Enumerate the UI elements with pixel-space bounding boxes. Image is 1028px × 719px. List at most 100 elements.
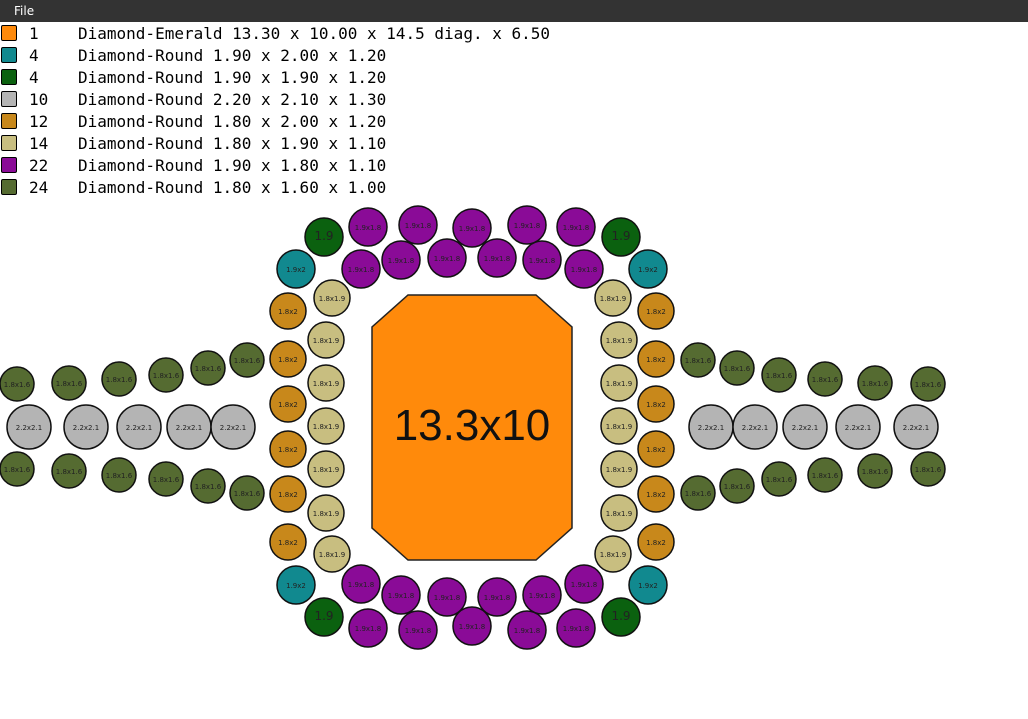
gold-accent-stone[interactable]: 1.8x2 [269, 292, 307, 330]
olive-accent-stone[interactable]: 1.8x1.6 [807, 361, 843, 397]
khaki-accent-stone[interactable]: 1.8x1.9 [307, 407, 345, 445]
gold-accent-stone[interactable]: 1.8x2 [637, 292, 675, 330]
gray-accent-stone[interactable]: 2.2x2.1 [210, 404, 256, 450]
gold-accent-stone[interactable]: 1.8x2 [269, 430, 307, 468]
stone-size-label: 2.2x2.1 [845, 424, 871, 432]
olive-accent-stone[interactable]: 1.8x1.6 [910, 366, 946, 402]
khaki-accent-stone[interactable]: 1.8x1.9 [600, 407, 638, 445]
khaki-accent-stone[interactable]: 1.8x1.9 [307, 494, 345, 532]
teal-accent-stone[interactable]: 1.9x2 [276, 565, 316, 605]
stone-size-label: 2.2x2.1 [16, 424, 42, 432]
purple-accent-stone[interactable]: 1.9x1.8 [507, 610, 547, 650]
stone-size-label: 1.9 [611, 229, 630, 243]
purple-accent-stone[interactable]: 1.9x1.8 [477, 238, 517, 278]
olive-accent-stone[interactable]: 1.8x1.6 [51, 453, 87, 489]
purple-accent-stone[interactable]: 1.9x1.8 [398, 205, 438, 245]
purple-accent-stone[interactable]: 1.9x1.8 [381, 240, 421, 280]
olive-accent-stone[interactable]: 1.8x1.6 [101, 457, 137, 493]
purple-accent-stone[interactable]: 1.9x1.8 [348, 207, 388, 247]
gold-accent-stone[interactable]: 1.8x2 [269, 523, 307, 561]
gray-accent-stone[interactable]: 2.2x2.1 [116, 404, 162, 450]
teal-accent-stone[interactable]: 1.9x2 [628, 249, 668, 289]
green-accent-stone[interactable]: 1.9 [601, 597, 641, 637]
olive-accent-stone[interactable]: 1.8x1.6 [0, 366, 35, 402]
olive-accent-stone[interactable]: 1.8x1.6 [148, 357, 184, 393]
gold-accent-stone[interactable]: 1.8x2 [637, 430, 675, 468]
stone-size-label: 1.9x2 [638, 266, 658, 274]
purple-accent-stone[interactable]: 1.9x1.8 [507, 205, 547, 245]
purple-accent-stone[interactable]: 1.9x1.8 [427, 238, 467, 278]
purple-accent-stone[interactable]: 1.9x1.8 [452, 208, 492, 248]
gold-accent-stone[interactable]: 1.8x2 [269, 340, 307, 378]
green-accent-stone[interactable]: 1.9 [304, 597, 344, 637]
gold-accent-stone[interactable]: 1.8x2 [269, 385, 307, 423]
olive-accent-stone[interactable]: 1.8x1.6 [101, 361, 137, 397]
khaki-accent-stone[interactable]: 1.8x1.9 [600, 494, 638, 532]
stone-size-label: 1.9x2 [638, 582, 658, 590]
olive-accent-stone[interactable]: 1.8x1.6 [761, 461, 797, 497]
olive-accent-stone[interactable]: 1.8x1.6 [190, 468, 226, 504]
stone-size-label: 2.2x2.1 [220, 424, 246, 432]
olive-accent-stone[interactable]: 1.8x1.6 [719, 350, 755, 386]
olive-accent-stone[interactable]: 1.8x1.6 [51, 365, 87, 401]
gold-accent-stone[interactable]: 1.8x2 [637, 340, 675, 378]
purple-accent-stone[interactable]: 1.9x1.8 [341, 249, 381, 289]
purple-accent-stone[interactable]: 1.9x1.8 [381, 575, 421, 615]
green-accent-stone[interactable]: 1.9 [601, 217, 641, 257]
stone-size-label: 1.8x1.6 [915, 381, 942, 389]
olive-accent-stone[interactable]: 1.8x1.6 [807, 457, 843, 493]
gray-accent-stone[interactable]: 2.2x2.1 [688, 404, 734, 450]
khaki-accent-stone[interactable]: 1.8x1.9 [594, 279, 632, 317]
olive-accent-stone[interactable]: 1.8x1.6 [680, 342, 716, 378]
khaki-accent-stone[interactable]: 1.8x1.9 [600, 321, 638, 359]
gold-accent-stone[interactable]: 1.8x2 [637, 523, 675, 561]
purple-accent-stone[interactable]: 1.9x1.8 [564, 564, 604, 604]
stone-size-label: 1.9x1.8 [563, 224, 589, 232]
gray-accent-stone[interactable]: 2.2x2.1 [166, 404, 212, 450]
khaki-accent-stone[interactable]: 1.8x1.9 [307, 450, 345, 488]
gray-accent-stone[interactable]: 2.2x2.1 [782, 404, 828, 450]
khaki-accent-stone[interactable]: 1.8x1.9 [307, 364, 345, 402]
purple-accent-stone[interactable]: 1.9x1.8 [522, 575, 562, 615]
gold-accent-stone[interactable]: 1.8x2 [637, 475, 675, 513]
khaki-accent-stone[interactable]: 1.8x1.9 [594, 535, 632, 573]
olive-accent-stone[interactable]: 1.8x1.6 [680, 475, 716, 511]
khaki-accent-stone[interactable]: 1.8x1.9 [313, 535, 351, 573]
khaki-accent-stone[interactable]: 1.8x1.9 [307, 321, 345, 359]
gold-accent-stone[interactable]: 1.8x2 [269, 475, 307, 513]
purple-accent-stone[interactable]: 1.9x1.8 [341, 564, 381, 604]
olive-accent-stone[interactable]: 1.8x1.6 [190, 350, 226, 386]
purple-accent-stone[interactable]: 1.9x1.8 [348, 608, 388, 648]
teal-accent-stone[interactable]: 1.9x2 [628, 565, 668, 605]
gray-accent-stone[interactable]: 2.2x2.1 [63, 404, 109, 450]
stone-size-label: 1.8x1.9 [606, 380, 632, 388]
gray-accent-stone[interactable]: 2.2x2.1 [835, 404, 881, 450]
purple-accent-stone[interactable]: 1.9x1.8 [452, 606, 492, 646]
purple-accent-stone[interactable]: 1.9x1.8 [556, 207, 596, 247]
stone-size-label: 1.9x1.8 [529, 257, 555, 265]
gold-accent-stone[interactable]: 1.8x2 [637, 385, 675, 423]
purple-accent-stone[interactable]: 1.9x1.8 [398, 610, 438, 650]
olive-accent-stone[interactable]: 1.8x1.6 [857, 453, 893, 489]
gray-accent-stone[interactable]: 2.2x2.1 [893, 404, 939, 450]
gray-accent-stone[interactable]: 2.2x2.1 [732, 404, 778, 450]
teal-accent-stone[interactable]: 1.9x2 [276, 249, 316, 289]
gray-accent-stone[interactable]: 2.2x2.1 [6, 404, 52, 450]
olive-accent-stone[interactable]: 1.8x1.6 [229, 475, 265, 511]
olive-accent-stone[interactable]: 1.8x1.6 [148, 461, 184, 497]
green-accent-stone[interactable]: 1.9 [304, 217, 344, 257]
olive-accent-stone[interactable]: 1.8x1.6 [761, 357, 797, 393]
olive-accent-stone[interactable]: 1.8x1.6 [719, 468, 755, 504]
stone-size-label: 1.8x1.6 [862, 468, 889, 476]
olive-accent-stone[interactable]: 1.8x1.6 [229, 342, 265, 378]
khaki-accent-stone[interactable]: 1.8x1.9 [600, 450, 638, 488]
purple-accent-stone[interactable]: 1.9x1.8 [564, 249, 604, 289]
khaki-accent-stone[interactable]: 1.8x1.9 [600, 364, 638, 402]
khaki-accent-stone[interactable]: 1.8x1.9 [313, 279, 351, 317]
purple-accent-stone[interactable]: 1.9x1.8 [556, 608, 596, 648]
olive-accent-stone[interactable]: 1.8x1.6 [857, 365, 893, 401]
olive-accent-stone[interactable]: 1.8x1.6 [910, 451, 946, 487]
olive-accent-stone[interactable]: 1.8x1.6 [0, 451, 35, 487]
purple-accent-stone[interactable]: 1.9x1.8 [522, 240, 562, 280]
stone-size-label: 1.8x1.9 [319, 295, 345, 303]
